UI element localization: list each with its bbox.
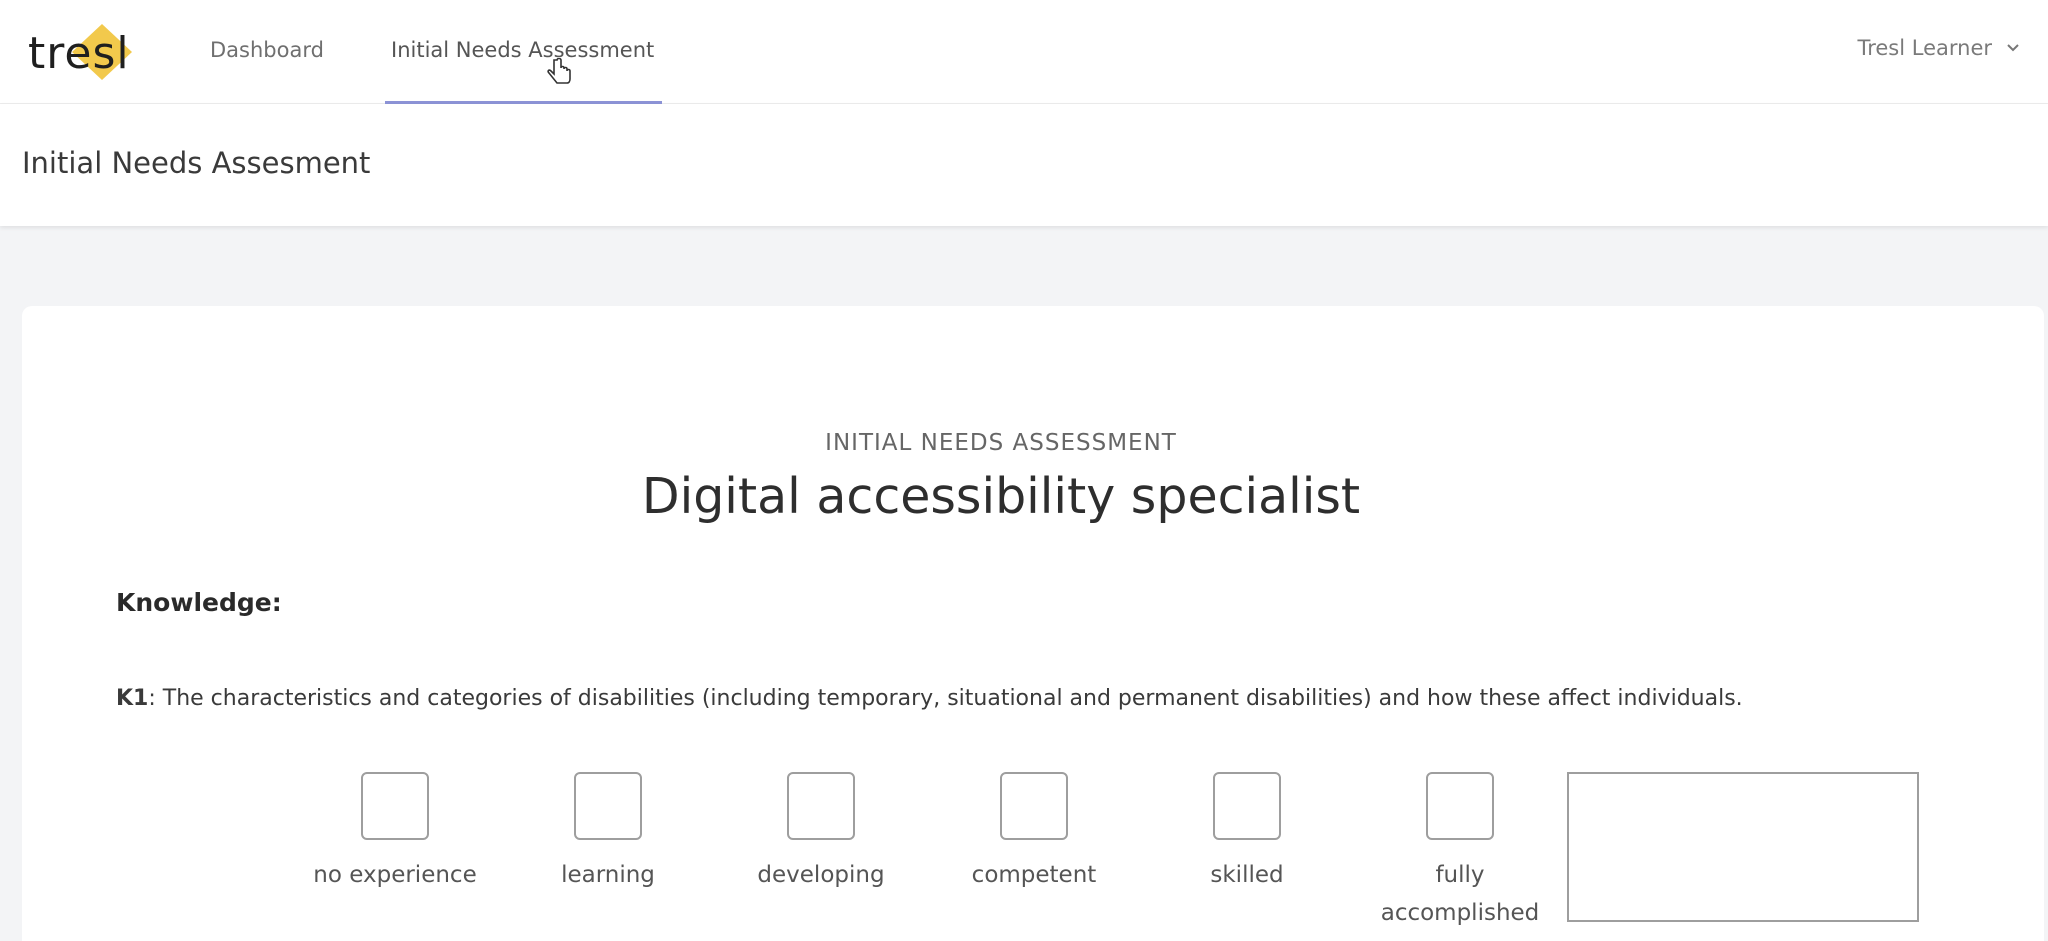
checkbox-learning[interactable] xyxy=(574,772,642,840)
section-label-knowledge: Knowledge: xyxy=(116,588,282,617)
chevron-down-icon xyxy=(2007,44,2019,52)
checkbox-fully-accomplished[interactable] xyxy=(1426,772,1494,840)
option-competent: competent xyxy=(934,772,1134,894)
checkbox-developing[interactable] xyxy=(787,772,855,840)
user-name: Tresl Learner xyxy=(1857,36,1992,60)
option-label: learning xyxy=(561,862,655,888)
nav-link-dashboard[interactable]: Dashboard xyxy=(210,38,324,62)
option-label: fully accomplished xyxy=(1380,862,1540,926)
logo-text: tresl xyxy=(28,28,130,79)
page-header: Initial Needs Assesment xyxy=(0,104,2048,226)
assessment-card: INITIAL NEEDS ASSESSMENT Digital accessi… xyxy=(22,306,2044,941)
option-label: no experience xyxy=(313,862,477,888)
user-menu[interactable]: Tresl Learner xyxy=(1857,36,2020,60)
question-text: : The characteristics and categories of … xyxy=(148,686,1743,711)
option-label: skilled xyxy=(1210,862,1284,888)
checkbox-no-experience[interactable] xyxy=(361,772,429,840)
question-code: K1 xyxy=(116,686,149,711)
notes-textarea[interactable] xyxy=(1567,772,1919,922)
checkbox-competent[interactable] xyxy=(1000,772,1068,840)
option-no-experience: no experience xyxy=(295,772,495,894)
option-learning: learning xyxy=(508,772,708,894)
card-heading: Digital accessibility specialist xyxy=(641,468,1361,525)
option-label: developing xyxy=(757,862,885,888)
tresl-logo[interactable]: tresl xyxy=(28,22,138,82)
checkbox-skilled[interactable] xyxy=(1213,772,1281,840)
top-navbar: tresl Dashboard Initial Needs Assessment… xyxy=(0,0,2048,104)
hand-pointer-cursor-icon xyxy=(547,58,571,84)
question-k1: K1: The characteristics and categories o… xyxy=(116,686,1743,711)
nav-link-initial-needs-assessment[interactable]: Initial Needs Assessment xyxy=(391,38,654,62)
option-skilled: skilled xyxy=(1147,772,1347,894)
option-fully-accomplished: fully accomplished xyxy=(1360,772,1560,932)
page-title: Initial Needs Assesment xyxy=(22,146,371,180)
card-eyebrow: INITIAL NEEDS ASSESSMENT xyxy=(825,430,1177,456)
option-label: competent xyxy=(971,862,1097,888)
option-developing: developing xyxy=(721,772,921,894)
